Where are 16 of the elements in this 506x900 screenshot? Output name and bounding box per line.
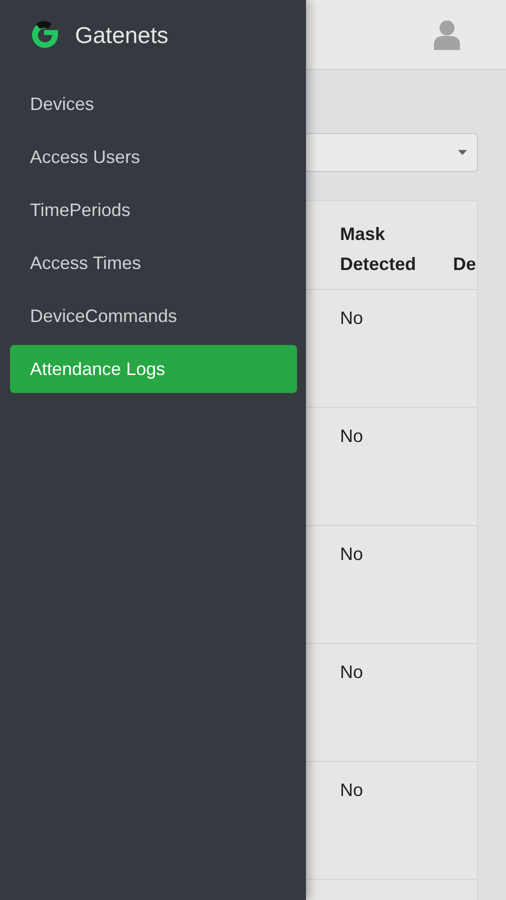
- sidebar-item[interactable]: TimePeriods: [10, 186, 297, 234]
- table-cell: No: [340, 544, 364, 564]
- column-header: De: [453, 253, 476, 276]
- column-header: Mask Detected: [340, 223, 418, 276]
- table-cell: No: [340, 426, 364, 446]
- user-icon[interactable]: [434, 20, 460, 50]
- table-cell: No: [340, 308, 364, 328]
- sidebar-item[interactable]: Access Times: [10, 239, 297, 287]
- table-cell: No: [340, 780, 364, 800]
- caret-icon: [458, 150, 467, 155]
- select-field[interactable]: [306, 133, 478, 172]
- sidebar-item[interactable]: DeviceCommands: [10, 292, 297, 340]
- brand-name: Gatenets: [75, 22, 168, 48]
- table-cell: No: [340, 662, 364, 682]
- sidebar-item[interactable]: Access Users: [10, 133, 297, 181]
- sidebar-item[interactable]: Devices: [10, 80, 297, 128]
